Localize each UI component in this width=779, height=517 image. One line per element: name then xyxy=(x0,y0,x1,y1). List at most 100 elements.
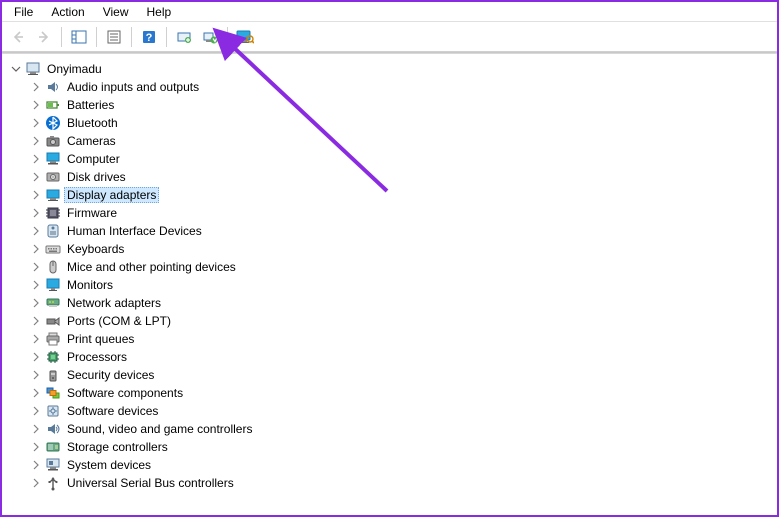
forward-button[interactable] xyxy=(32,25,56,49)
menu-file[interactable]: File xyxy=(6,3,41,21)
update-driver-icon xyxy=(176,29,192,45)
uninstall-device-icon xyxy=(202,29,218,45)
tree-item[interactable]: Computer xyxy=(6,150,777,168)
tree-item[interactable]: Human Interface Devices xyxy=(6,222,777,240)
tree-item-label[interactable]: Software components xyxy=(64,385,186,401)
expander-closed-icon[interactable] xyxy=(30,117,42,129)
tree-item[interactable]: Universal Serial Bus controllers xyxy=(6,474,777,492)
expander-closed-icon[interactable] xyxy=(30,207,42,219)
tree-item-label[interactable]: Keyboards xyxy=(64,241,127,257)
expander-closed-icon[interactable] xyxy=(30,333,42,345)
tree-item-label[interactable]: Firmware xyxy=(64,205,120,221)
expander-closed-icon[interactable] xyxy=(30,189,42,201)
tree-item[interactable]: Print queues xyxy=(6,330,777,348)
software-component-icon xyxy=(45,385,61,401)
tree-item[interactable]: Cameras xyxy=(6,132,777,150)
expander-closed-icon[interactable] xyxy=(30,99,42,111)
tree-item[interactable]: Ports (COM & LPT) xyxy=(6,312,777,330)
computer-icon xyxy=(45,151,61,167)
expander-closed-icon[interactable] xyxy=(30,81,42,93)
tree-item[interactable]: Security devices xyxy=(6,366,777,384)
back-button[interactable] xyxy=(6,25,30,49)
menu-action[interactable]: Action xyxy=(43,3,92,21)
tree-item[interactable]: Display adapters xyxy=(6,186,777,204)
tree-item[interactable]: Processors xyxy=(6,348,777,366)
tree-item-label[interactable]: Mice and other pointing devices xyxy=(64,259,239,275)
sound-icon xyxy=(45,421,61,437)
back-icon xyxy=(10,29,26,45)
expander-open-icon[interactable] xyxy=(10,63,22,75)
tree-item-label[interactable]: Computer xyxy=(64,151,123,167)
scan-hardware-icon xyxy=(236,29,254,45)
tree-item-label[interactable]: Processors xyxy=(64,349,130,365)
tree-item-label[interactable]: Print queues xyxy=(64,331,137,347)
tree-item-label[interactable]: Human Interface Devices xyxy=(64,223,205,239)
tree-item-label[interactable]: Sound, video and game controllers xyxy=(64,421,255,437)
tree-item-label[interactable]: System devices xyxy=(64,457,154,473)
tree-item[interactable]: Firmware xyxy=(6,204,777,222)
tree-item[interactable]: Sound, video and game controllers xyxy=(6,420,777,438)
tree-item-label[interactable]: Cameras xyxy=(64,133,119,149)
expander-closed-icon[interactable] xyxy=(30,279,42,291)
menu-view[interactable]: View xyxy=(95,3,137,21)
expander-closed-icon[interactable] xyxy=(30,135,42,147)
expander-closed-icon[interactable] xyxy=(30,225,42,237)
tree-item-label[interactable]: Monitors xyxy=(64,277,116,293)
bluetooth-icon xyxy=(45,115,61,131)
expander-closed-icon[interactable] xyxy=(30,153,42,165)
properties-button[interactable] xyxy=(102,25,126,49)
expander-closed-icon[interactable] xyxy=(30,405,42,417)
tree-item-label[interactable]: Display adapters xyxy=(64,187,159,203)
tree-item-label[interactable]: Network adapters xyxy=(64,295,164,311)
device-tree-panel[interactable]: Onyimadu Audio inputs and outputs Batteri… xyxy=(2,56,777,515)
tree-item[interactable]: Software devices xyxy=(6,402,777,420)
tree-item[interactable]: Monitors xyxy=(6,276,777,294)
tree-item-label[interactable]: Storage controllers xyxy=(64,439,171,455)
uninstall-device-button[interactable] xyxy=(198,25,222,49)
update-driver-button[interactable] xyxy=(172,25,196,49)
tree-item[interactable]: Network adapters xyxy=(6,294,777,312)
tree-item[interactable]: Software components xyxy=(6,384,777,402)
tree-item[interactable]: Bluetooth xyxy=(6,114,777,132)
keyboard-icon xyxy=(45,241,61,257)
expander-closed-icon[interactable] xyxy=(30,441,42,453)
firmware-icon xyxy=(45,205,61,221)
expander-closed-icon[interactable] xyxy=(30,459,42,471)
tree-item-label[interactable]: Disk drives xyxy=(64,169,129,185)
expander-closed-icon[interactable] xyxy=(30,369,42,381)
tree-item[interactable]: Batteries xyxy=(6,96,777,114)
tree-item-label[interactable]: Batteries xyxy=(64,97,117,113)
tree-item-label[interactable]: Audio inputs and outputs xyxy=(64,79,202,95)
tree-item[interactable]: Keyboards xyxy=(6,240,777,258)
expander-closed-icon[interactable] xyxy=(30,171,42,183)
tree-item[interactable]: Mice and other pointing devices xyxy=(6,258,777,276)
toolbar-separator xyxy=(61,27,62,47)
expander-closed-icon[interactable] xyxy=(30,351,42,363)
help-button[interactable]: ? xyxy=(137,25,161,49)
tree-item[interactable]: System devices xyxy=(6,456,777,474)
expander-closed-icon[interactable] xyxy=(30,297,42,309)
network-icon xyxy=(45,295,61,311)
expander-closed-icon[interactable] xyxy=(30,243,42,255)
tree-root-label[interactable]: Onyimadu xyxy=(44,61,105,77)
tree-item[interactable]: Disk drives xyxy=(6,168,777,186)
tree-item-label[interactable]: Security devices xyxy=(64,367,157,383)
expander-closed-icon[interactable] xyxy=(30,387,42,399)
tree-item-label[interactable]: Universal Serial Bus controllers xyxy=(64,475,237,491)
tree-item-label[interactable]: Bluetooth xyxy=(64,115,121,131)
forward-icon xyxy=(36,29,52,45)
menu-help[interactable]: Help xyxy=(139,3,180,21)
expander-closed-icon[interactable] xyxy=(30,315,42,327)
scan-hardware-button[interactable] xyxy=(233,25,257,49)
tree-item[interactable]: Storage controllers xyxy=(6,438,777,456)
expander-closed-icon[interactable] xyxy=(30,261,42,273)
tree-item[interactable]: Audio inputs and outputs xyxy=(6,78,777,96)
battery-icon xyxy=(45,97,61,113)
mouse-icon xyxy=(45,259,61,275)
tree-item-label[interactable]: Software devices xyxy=(64,403,161,419)
expander-closed-icon[interactable] xyxy=(30,423,42,435)
expander-closed-icon[interactable] xyxy=(30,477,42,489)
show-hide-tree-button[interactable] xyxy=(67,25,91,49)
tree-root[interactable]: Onyimadu xyxy=(6,60,777,78)
tree-item-label[interactable]: Ports (COM & LPT) xyxy=(64,313,174,329)
